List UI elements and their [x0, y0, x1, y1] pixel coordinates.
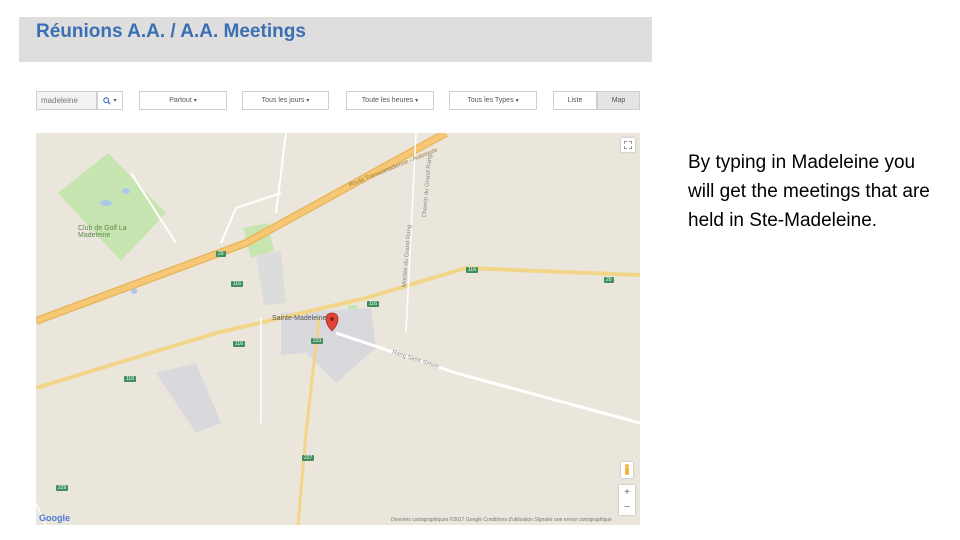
search-input[interactable] [36, 91, 97, 110]
zoom-control: + − [619, 485, 635, 515]
route-shield: 20 [604, 277, 614, 283]
zoom-in-button[interactable]: + [619, 485, 635, 500]
google-logo: Google [39, 513, 70, 523]
region-filter-dropdown[interactable]: Partout ▾ [139, 91, 227, 110]
map-view-button[interactable]: Map [597, 91, 640, 110]
route-shield: 116 [124, 376, 136, 382]
route-shield: 223 [311, 338, 324, 344]
map-place-label: Club de Golf La Madeleine [78, 225, 127, 239]
map-town-label: Sainte-Madeleine [272, 315, 327, 322]
page-title: Réunions A.A. / A.A. Meetings [36, 21, 306, 42]
time-filter-dropdown[interactable]: Toute les heures ▾ [346, 91, 434, 110]
header-bar: Réunions A.A. / A.A. Meetings [19, 17, 652, 62]
fullscreen-icon [624, 141, 632, 149]
time-filter-label: Toute les heures [361, 97, 414, 104]
pegman-icon [625, 464, 629, 475]
route-shield: 227 [302, 455, 315, 461]
type-filter-dropdown[interactable]: Tous les Types ▾ [449, 91, 537, 110]
caption-text: By typing in Madeleine you will get the … [688, 152, 930, 231]
filter-toolbar: ▾ Partout▾ Tous les jours▾ Toute les heu… [36, 91, 640, 110]
pond [122, 188, 130, 194]
list-view-button[interactable]: Liste [553, 91, 597, 110]
chevron-down-icon: ▾ [415, 98, 419, 104]
map-attribution[interactable]: Données cartographiques ©2017 Google Con… [391, 517, 612, 523]
street-view-pegman[interactable] [621, 462, 633, 478]
map-view[interactable]: Route Transcanadienne - Autoroute Club d… [36, 133, 640, 525]
pond [100, 200, 112, 206]
town-blocks [256, 251, 286, 305]
route-shield: 116 [466, 267, 478, 273]
town-blocks [156, 363, 221, 433]
type-filter-label: Tous les Types [467, 97, 514, 104]
chevron-down-icon: ▾ [515, 98, 519, 104]
route-shield: 20 [216, 251, 226, 257]
chevron-down-icon: ▾ [306, 98, 310, 104]
route-shield: 116 [367, 301, 379, 307]
zoom-out-button[interactable]: − [619, 500, 635, 515]
search-button[interactable]: ▾ [97, 91, 123, 110]
route-shield: 116 [233, 341, 245, 347]
day-filter-dropdown[interactable]: Tous les jours ▾ [242, 91, 329, 110]
map-canvas[interactable] [36, 133, 640, 525]
route-shield: 116 [231, 281, 243, 287]
chevron-down-icon: ▾ [113, 98, 117, 104]
rang-saint-simon [335, 331, 640, 425]
minor-road [275, 133, 287, 214]
region-filter-label: Partout [169, 97, 192, 104]
day-filter-label: Tous les jours [261, 97, 305, 104]
golf-course-park [58, 153, 166, 261]
search-icon [103, 96, 112, 105]
chevron-down-icon: ▾ [193, 98, 197, 104]
route-shield: 229 [56, 485, 69, 491]
fullscreen-button[interactable] [621, 138, 635, 152]
